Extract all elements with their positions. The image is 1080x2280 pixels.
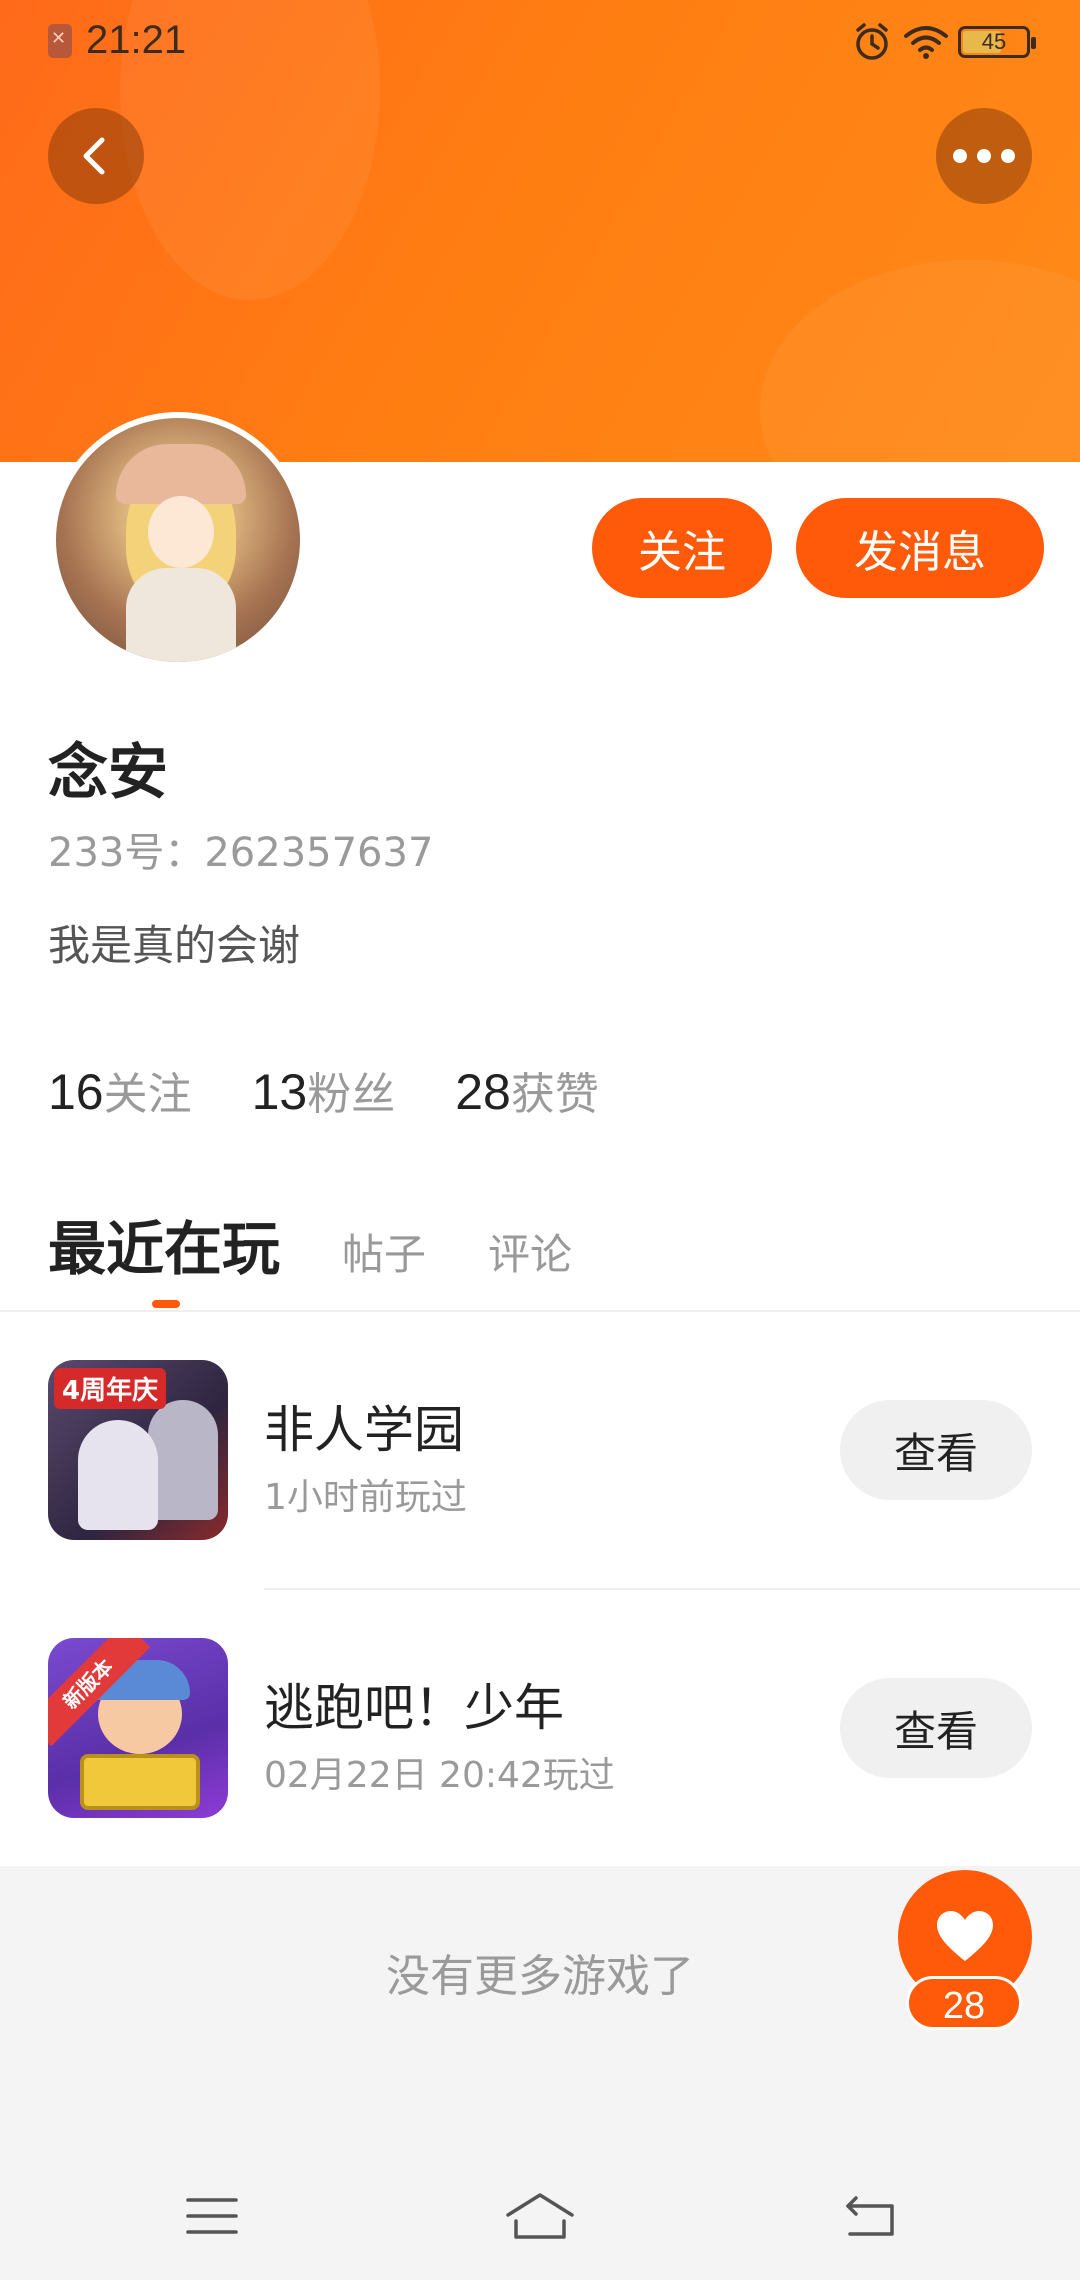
like-count-badge: 28 [906,1976,1022,2030]
view-game-button[interactable]: 查看 [840,1400,1032,1500]
status-time: 21:21 [86,18,187,62]
user-id: 233号：262357637 [48,830,434,876]
view-game-button[interactable]: 查看 [840,1678,1032,1778]
tab-posts[interactable]: 帖子 [342,1221,426,1282]
wifi-icon [904,26,948,59]
user-bio: 我是真的会谢 [48,921,301,970]
send-message-button[interactable]: 发消息 [796,498,1044,598]
avatar-image [56,418,300,662]
more-button[interactable] [936,108,1032,204]
back-icon[interactable] [822,2176,918,2256]
chevron-left-icon [83,137,105,175]
system-nav-bar [0,2160,1080,2280]
stat-number: 13 [251,1064,308,1120]
battery-icon: 45 [958,26,1036,58]
active-tab-indicator [152,1300,180,1308]
tab-comments[interactable]: 评论 [488,1221,572,1282]
game-list-item[interactable]: 4周年庆 非人学园 1小时前玩过 查看 [0,1312,1080,1590]
more-dots-icon [953,149,1015,163]
game-list-item[interactable]: 新版本 逃跑吧！少年 02月22日 20:42玩过 查看 [0,1590,1080,1868]
header-decoration [760,260,1080,462]
game-last-played: 02月22日 20:42玩过 [264,1755,615,1796]
sim-error-icon [48,24,72,58]
stat-number: 28 [455,1064,511,1120]
battery-text: 45 [981,29,1007,54]
game-last-played: 1小时前玩过 [264,1477,467,1518]
back-button[interactable] [48,108,144,204]
heart-icon [937,1911,993,1961]
profile-stats: 16 关注 13 粉丝 28 获赞 [48,1058,599,1122]
stat-label: 获赞 [510,1069,599,1120]
stat-likes: 28 获赞 [455,1058,599,1122]
game-badge: 4周年庆 [54,1368,167,1409]
menu-icon[interactable] [164,2176,260,2256]
stat-label: 关注 [103,1069,192,1120]
game-title: 逃跑吧！少年 [264,1679,564,1737]
stat-following[interactable]: 16 关注 [48,1058,192,1122]
stat-followers[interactable]: 13 粉丝 [252,1058,396,1122]
status-bar: 21:21 45 [0,0,1080,86]
tab-recently-played[interactable]: 最近在玩 [48,1202,280,1286]
avatar[interactable] [50,412,306,668]
home-icon[interactable] [492,2176,588,2256]
stat-label: 粉丝 [307,1069,396,1120]
follow-button[interactable]: 关注 [592,498,772,598]
stat-number: 16 [48,1064,104,1120]
game-title: 非人学园 [264,1401,464,1459]
profile-tabs: 最近在玩 帖子 评论 [48,1202,634,1286]
username: 念安 [48,738,168,808]
game-icon: 新版本 [48,1638,228,1818]
game-icon: 4周年庆 [48,1360,228,1540]
alarm-icon [856,23,888,60]
